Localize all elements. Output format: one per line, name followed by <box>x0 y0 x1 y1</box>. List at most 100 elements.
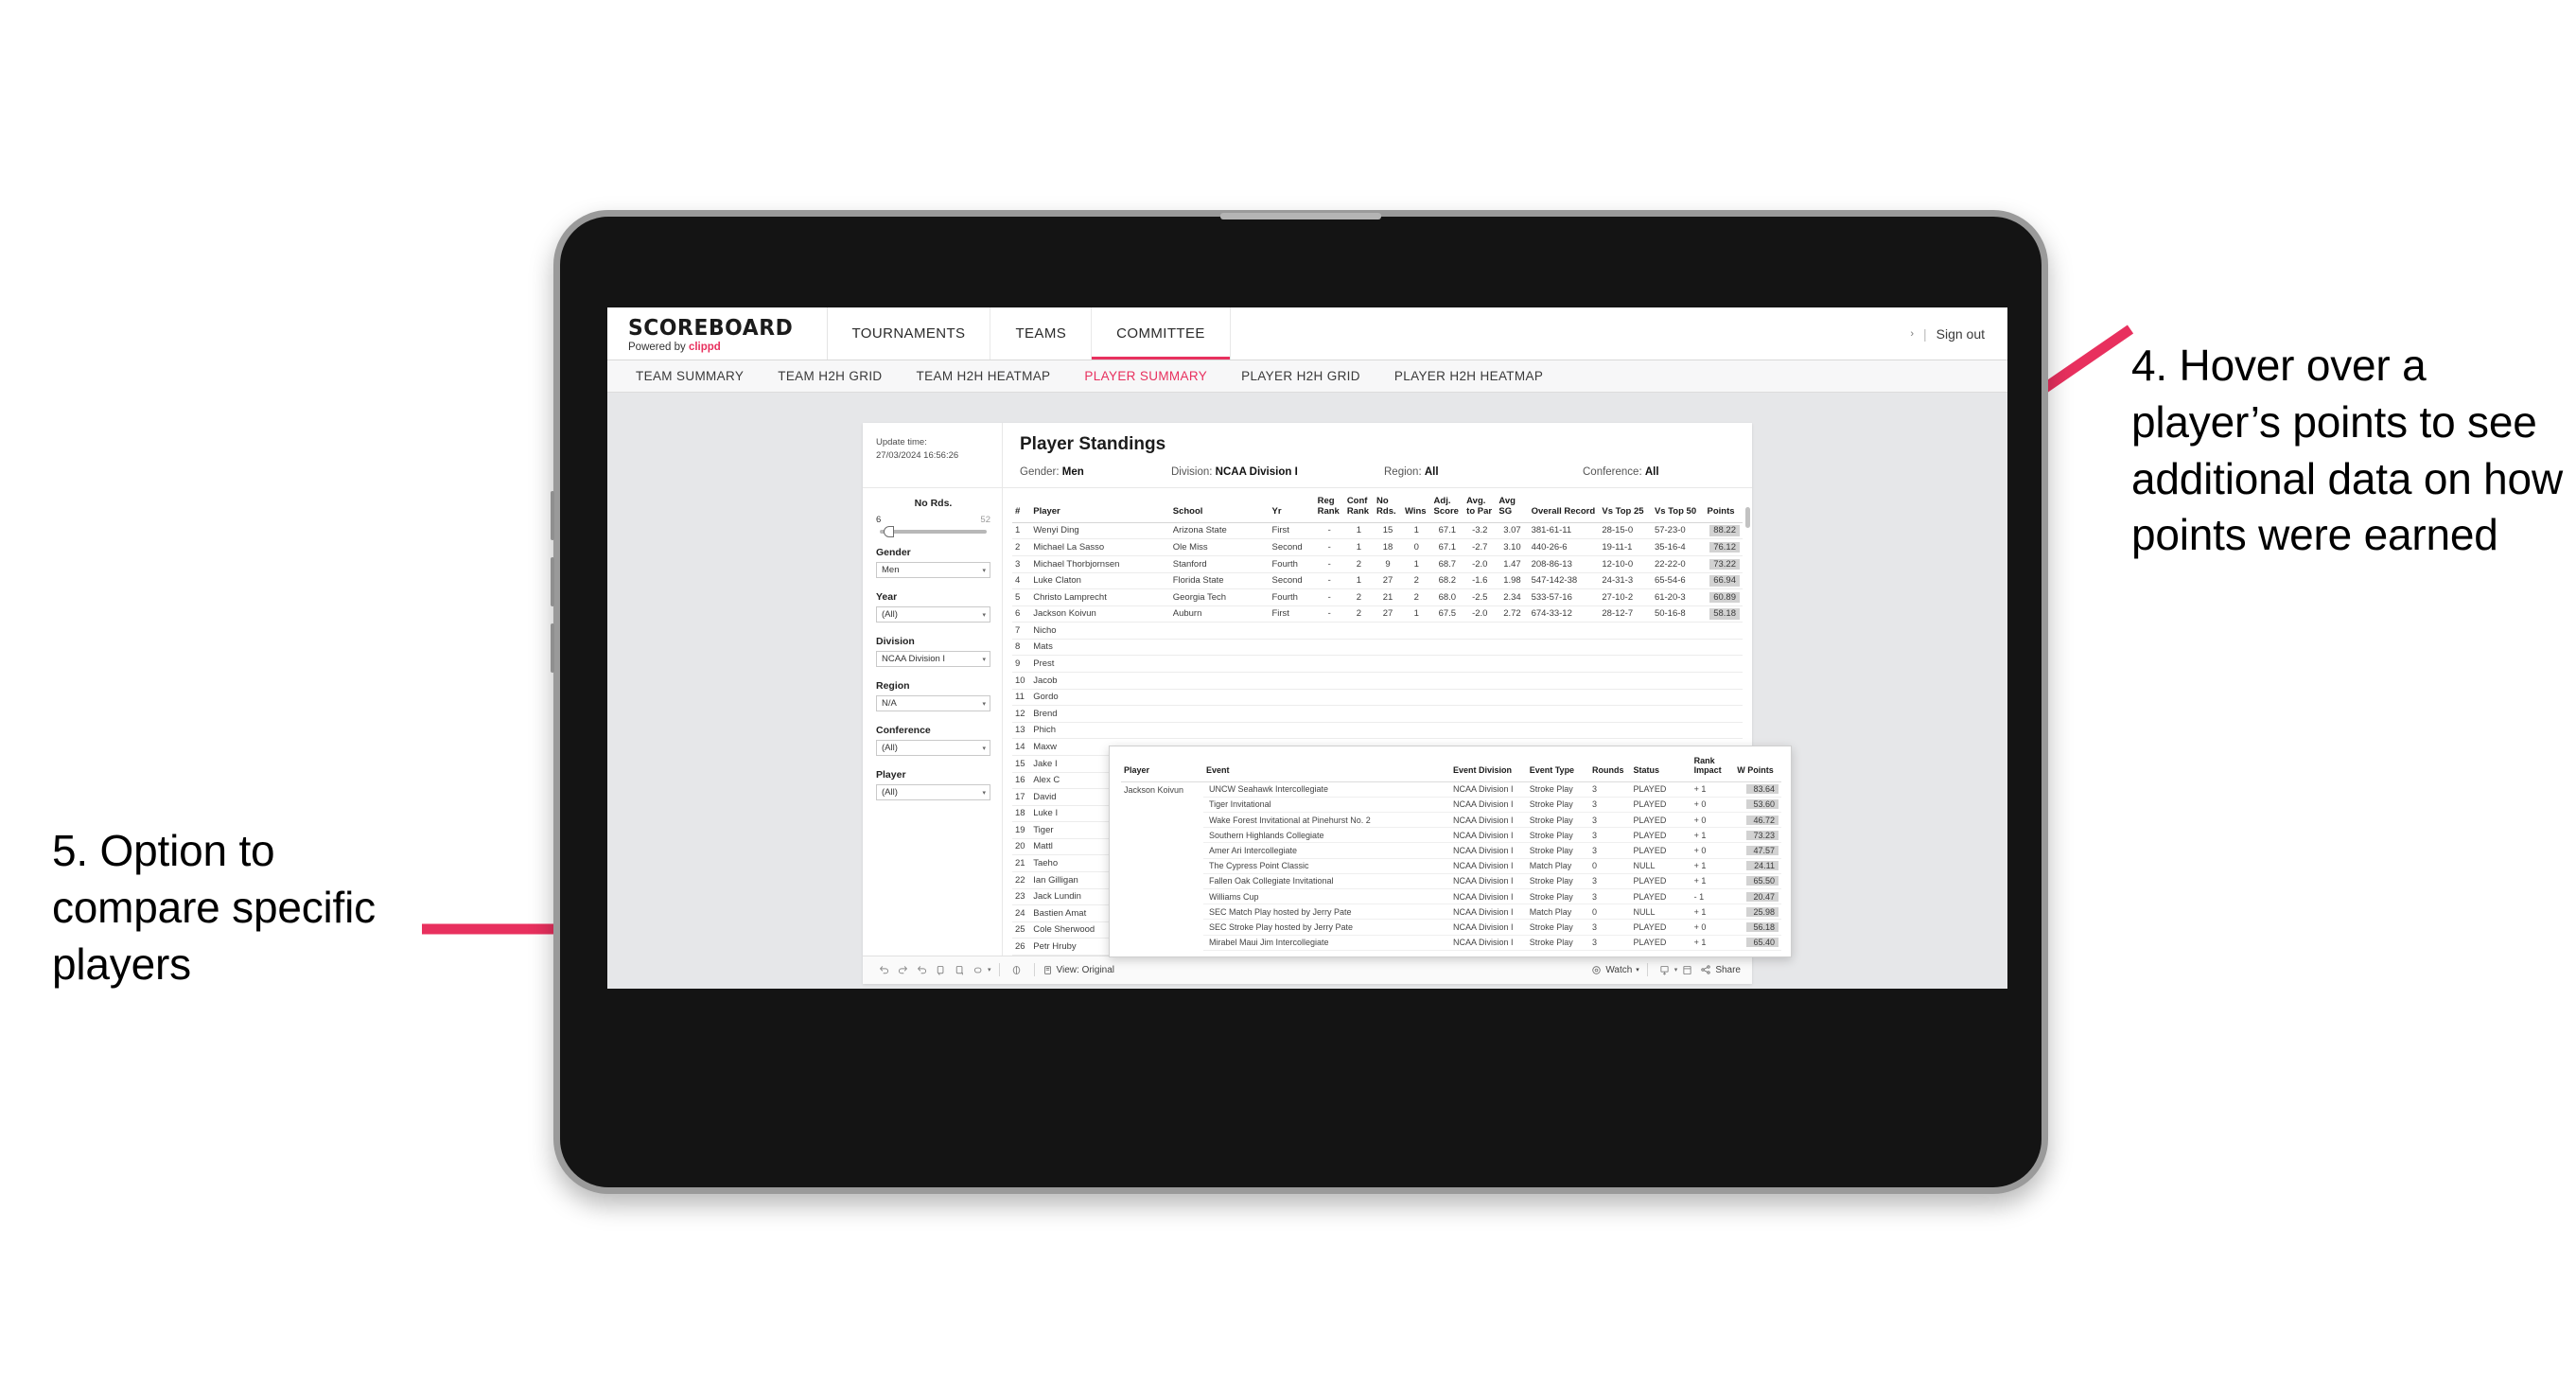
redo-icon[interactable] <box>893 960 912 979</box>
revert-icon[interactable] <box>912 960 931 979</box>
table-row[interactable]: 12 Brend <box>1012 705 1743 723</box>
table-cell-yr <box>1269 689 1315 707</box>
no-rounds-slider[interactable]: No Rds. 6 52 <box>876 498 990 537</box>
table-cell-pts[interactable]: 88.22 <box>1704 522 1743 540</box>
th-avg-to-par[interactable]: Avg. to Par <box>1463 494 1497 523</box>
filter-select-year[interactable]: (All) ▾ <box>876 606 990 623</box>
tooltip-cell-player <box>1121 889 1203 904</box>
watch-button[interactable]: Watch ▾ <box>1591 965 1639 975</box>
table-cell-pts[interactable] <box>1704 689 1743 707</box>
slider-track[interactable] <box>880 526 987 537</box>
points-value[interactable]: 73.22 <box>1709 558 1740 570</box>
th-conf-rank[interactable]: Conf Rank <box>1343 494 1375 523</box>
th-player[interactable]: Player <box>1030 494 1170 523</box>
tab-player-summary[interactable]: PLAYER SUMMARY <box>1067 369 1224 383</box>
nav-item-teams[interactable]: TEAMS <box>990 307 1093 360</box>
meta-division-label: Division: <box>1171 466 1213 478</box>
nav-item-committee[interactable]: COMMITTEE <box>1092 307 1231 360</box>
th-points[interactable]: Points <box>1704 494 1743 523</box>
tooltip-cell-event: SEC Match Play hosted by Jerry Pate <box>1202 904 1450 921</box>
th-no-rds[interactable]: No Rds. <box>1374 494 1402 523</box>
filter-select-conference[interactable]: (All) ▾ <box>876 740 990 756</box>
table-cell-pts[interactable] <box>1704 672 1743 690</box>
table-row[interactable]: 11 Gordo <box>1012 689 1743 707</box>
table-row[interactable]: 7 Nicho <box>1012 622 1743 640</box>
table-cell-t25 <box>1599 705 1652 723</box>
table-cell-pts[interactable]: 66.94 <box>1704 572 1743 590</box>
tooltip-cell-rank: + 0 <box>1691 842 1735 859</box>
filter-select-gender[interactable]: Men ▾ <box>876 562 990 578</box>
chevron-right-icon[interactable]: › <box>1910 328 1914 340</box>
table-cell-sg: 3.10 <box>1496 538 1529 556</box>
table-cell-pts[interactable]: 58.18 <box>1704 605 1743 623</box>
pause-refresh-icon[interactable] <box>950 960 969 979</box>
table-cell-rr: - <box>1314 588 1344 606</box>
download-icon[interactable] <box>1656 960 1674 979</box>
table-cell-pts[interactable] <box>1704 722 1743 740</box>
th-overall-record[interactable]: Overall Record <box>1528 494 1600 523</box>
table-row[interactable]: 8 Mats <box>1012 639 1743 657</box>
table-cell-nr: 21 <box>1374 588 1402 606</box>
tab-player-h2h-grid[interactable]: PLAYER H2H GRID <box>1224 369 1377 383</box>
tooltip-cell-event: Wake Forest Invitational at Pinehurst No… <box>1202 812 1450 829</box>
table-cell-pts[interactable] <box>1704 639 1743 657</box>
slider-handle[interactable] <box>884 526 894 537</box>
meta-gender: Gender: Men <box>1020 466 1171 478</box>
view-original-button[interactable]: View: Original <box>1043 965 1114 975</box>
table-cell-play: Nicho <box>1030 622 1170 640</box>
highlight-icon[interactable] <box>1008 960 1026 979</box>
table-row[interactable]: 6 Jackson Koivun Auburn First -2 27 1 67.5 -2.0 2… <box>1012 605 1743 623</box>
table-row[interactable]: 4 Luke Claton Florida State Second -1 27 2 68.2… <box>1012 572 1743 590</box>
points-value[interactable]: 66.94 <box>1709 575 1740 587</box>
th-adj-score[interactable]: Adj. Score <box>1430 494 1464 523</box>
fullscreen-icon[interactable] <box>1677 960 1696 979</box>
undo-icon[interactable] <box>874 960 893 979</box>
filter-select-region[interactable]: N/A ▾ <box>876 695 990 711</box>
filter-select-player[interactable]: (All) ▾ <box>876 784 990 800</box>
table-cell-pts[interactable]: 60.89 <box>1704 588 1743 606</box>
table-cell-t50 <box>1651 689 1705 707</box>
table-cell-adj: 67.5 <box>1430 605 1464 623</box>
table-cell-rr: - <box>1314 572 1344 590</box>
points-value[interactable]: 60.89 <box>1709 591 1740 604</box>
th-year[interactable]: Yr <box>1269 494 1315 523</box>
sub-navigation: TEAM SUMMARY TEAM H2H GRID TEAM H2H HEAT… <box>607 360 2007 393</box>
tab-team-h2h-heatmap[interactable]: TEAM H2H HEATMAP <box>900 369 1068 383</box>
th-rank[interactable]: # <box>1012 494 1031 523</box>
chevron-down-icon[interactable]: ▾ <box>988 966 991 974</box>
table-row[interactable]: 5 Christo Lamprecht Georgia Tech Fourth -2 21… <box>1012 588 1743 606</box>
tooltip-cell-wp: 53.60 <box>1734 797 1781 814</box>
th-vs-top-25[interactable]: Vs Top 25 <box>1599 494 1652 523</box>
refresh-icon[interactable] <box>931 960 950 979</box>
sign-out-link[interactable]: Sign out <box>1936 326 1985 342</box>
table-cell-pts[interactable]: 73.22 <box>1704 555 1743 573</box>
table-row[interactable]: 10 Jacob <box>1012 672 1743 690</box>
th-avg-sg[interactable]: Avg SG <box>1496 494 1529 523</box>
table-scrollbar[interactable] <box>1745 507 1750 528</box>
table-row[interactable]: 2 Michael La Sasso Ole Miss Second -1 18 0 67.1… <box>1012 538 1743 556</box>
filter-select-division[interactable]: NCAA Division I ▾ <box>876 651 990 667</box>
table-cell-pts[interactable] <box>1704 655 1743 674</box>
pan-icon[interactable] <box>969 960 988 979</box>
points-value[interactable]: 76.12 <box>1709 542 1740 553</box>
table-row[interactable]: 13 Phich <box>1012 722 1743 740</box>
th-school[interactable]: School <box>1169 494 1270 523</box>
tab-team-h2h-grid[interactable]: TEAM H2H GRID <box>761 369 899 383</box>
th-reg-rank[interactable]: Reg Rank <box>1314 494 1344 523</box>
table-cell-pts[interactable]: 76.12 <box>1704 538 1743 556</box>
table-row[interactable]: 9 Prest <box>1012 655 1743 674</box>
table-cell-num: 1 <box>1012 522 1031 540</box>
points-value[interactable]: 88.22 <box>1709 525 1740 536</box>
brand-logo[interactable]: SCOREBOARD Powered by clippd <box>607 307 828 360</box>
nav-item-tournaments[interactable]: TOURNAMENTS <box>828 307 991 360</box>
share-button[interactable]: Share <box>1700 964 1741 975</box>
th-wins[interactable]: Wins <box>1401 494 1431 523</box>
th-vs-top-50[interactable]: Vs Top 50 <box>1651 494 1705 523</box>
points-value[interactable]: 58.18 <box>1709 608 1740 620</box>
table-row[interactable]: 3 Michael Thorbjornsen Stanford Fourth -2 9 1 6… <box>1012 555 1743 573</box>
tab-team-summary[interactable]: TEAM SUMMARY <box>619 369 761 383</box>
tab-player-h2h-heatmap[interactable]: PLAYER H2H HEATMAP <box>1377 369 1560 383</box>
table-cell-pts[interactable] <box>1704 622 1743 640</box>
table-cell-pts[interactable] <box>1704 705 1743 723</box>
table-row[interactable]: 1 Wenyi Ding Arizona State First -1 15 1 67.1 -3… <box>1012 522 1743 540</box>
